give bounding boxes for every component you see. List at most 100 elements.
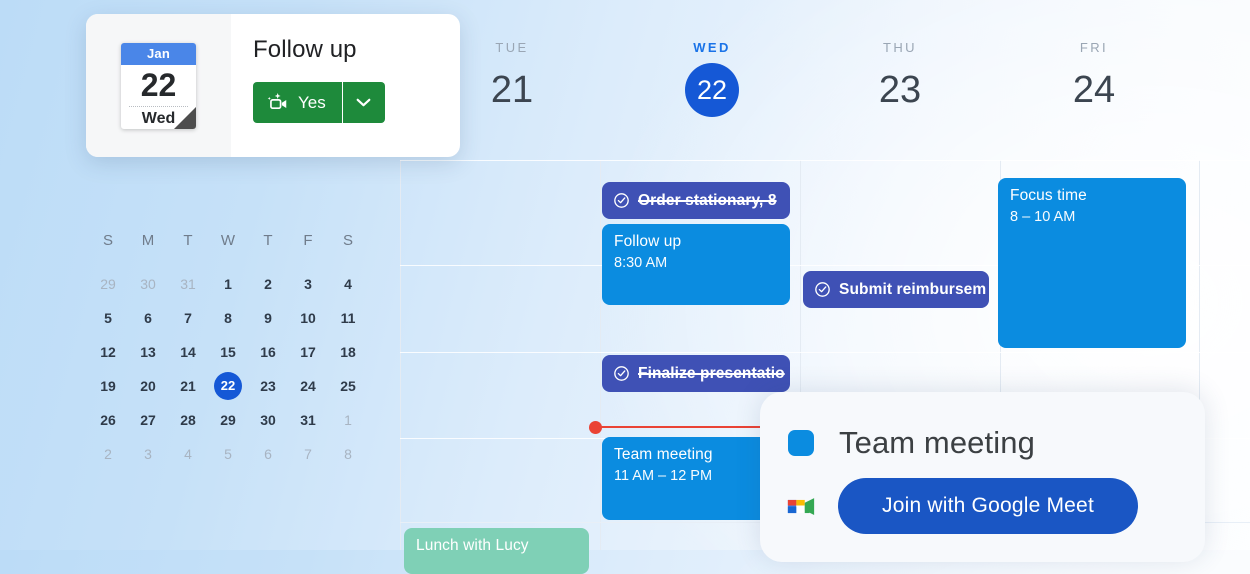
event-title: Finalize presentatio (638, 364, 785, 382)
mini-day-cell[interactable]: 30 (248, 403, 288, 437)
task-check-circle-icon (614, 366, 629, 381)
day-header-wed[interactable]: WED 22 (612, 40, 812, 117)
event-lunch-with-lucy[interactable]: Lunch with Lucy (404, 528, 589, 574)
mini-calendar-week-row: 2 3 4 5 6 7 8 (88, 437, 368, 471)
mini-day-cell[interactable]: 6 (128, 301, 168, 335)
notification-title: Follow up (253, 36, 357, 63)
mini-day-cell[interactable]: 5 (88, 301, 128, 335)
mini-day-cell[interactable]: 9 (248, 301, 288, 335)
event-title: Lunch with Lucy (416, 537, 529, 554)
grid-hour-divider (400, 160, 1250, 161)
mini-day-cell[interactable]: 17 (288, 335, 328, 369)
mini-weekday-header: T (263, 232, 273, 249)
mini-day-cell[interactable]: 8 (208, 301, 248, 335)
mini-day-cell[interactable]: 16 (248, 335, 288, 369)
mini-day-cell[interactable]: 14 (168, 335, 208, 369)
event-submit-reimbursement[interactable]: Submit reimbursem (803, 271, 989, 308)
team-meeting-popup[interactable]: Team meeting Join with Google Meet (760, 392, 1205, 562)
mini-day-cell[interactable]: 30 (128, 267, 168, 301)
mini-day-cell[interactable]: 13 (128, 335, 168, 369)
notification-date-panel: Jan 22 Wed (86, 14, 231, 157)
today-pill: 22 (685, 63, 739, 117)
rsvp-button-group: Yes (253, 82, 385, 123)
mini-calendar-header-row: S M T W T F S (88, 232, 368, 267)
mini-month-calendar: S M T W T F S 29 30 31 1 2 3 4 5 6 7 8 9… (88, 232, 368, 471)
mini-day-cell[interactable]: 15 (208, 335, 248, 369)
popup-title: Team meeting (839, 425, 1035, 460)
mini-weekday-header: S (342, 232, 353, 249)
mini-day-cell[interactable]: 2 (248, 267, 288, 301)
day-header-weekday: FRI (1079, 40, 1109, 55)
mini-day-cell[interactable]: 12 (88, 335, 128, 369)
mini-day-cell-selected[interactable]: 22 (208, 369, 248, 403)
mini-day-cell[interactable]: 4 (168, 437, 208, 471)
grid-column-divider (600, 160, 601, 550)
mini-calendar-week-row: 29 30 31 1 2 3 4 (88, 267, 368, 301)
event-title: Focus time (1010, 187, 1087, 204)
mini-calendar-week-row: 26 27 28 29 30 31 1 (88, 403, 368, 437)
event-follow-up[interactable]: Follow up 8:30 AM (602, 224, 790, 305)
mini-day-cell[interactable]: 31 (168, 267, 208, 301)
mini-calendar-week-row: 5 6 7 8 9 10 11 (88, 301, 368, 335)
calendar-date-icon: Jan 22 Wed (121, 42, 196, 129)
mini-day-cell[interactable]: 25 (328, 369, 368, 403)
event-finalize-presentation[interactable]: Finalize presentatio (602, 355, 790, 392)
event-color-chip (788, 430, 814, 456)
task-check-circle-icon (614, 193, 629, 208)
mini-day-cell[interactable]: 1 (328, 403, 368, 437)
mini-calendar-table: S M T W T F S 29 30 31 1 2 3 4 5 6 7 8 9… (88, 232, 368, 471)
mini-day-cell[interactable]: 21 (168, 369, 208, 403)
page-fold-icon (174, 106, 196, 129)
event-time: 8:30 AM (614, 255, 668, 271)
mini-day-cell[interactable]: 10 (288, 301, 328, 335)
popup-action-row: Join with Google Meet (760, 461, 1205, 534)
mini-calendar-week-row: 12 13 14 15 16 17 18 (88, 335, 368, 369)
event-time: 8 – 10 AM (1010, 209, 1076, 225)
mini-weekday-header: M (141, 232, 155, 249)
mini-day-cell[interactable]: 2 (88, 437, 128, 471)
google-meet-icon (787, 497, 815, 515)
mini-day-cell[interactable]: 6 (248, 437, 288, 471)
mini-day-cell[interactable]: 20 (128, 369, 168, 403)
notification-body: Follow up Yes (231, 14, 460, 157)
event-focus-time[interactable]: Focus time 8 – 10 AM (998, 178, 1186, 348)
mini-day-cell[interactable]: 19 (88, 369, 128, 403)
mini-day-cell[interactable]: 3 (128, 437, 168, 471)
mini-day-cell[interactable]: 27 (128, 403, 168, 437)
mini-weekday-header: F (303, 232, 313, 249)
mini-day-cell[interactable]: 28 (168, 403, 208, 437)
day-header-thu[interactable]: THU 23 (800, 40, 1000, 117)
mini-day-cell[interactable]: 23 (248, 369, 288, 403)
mini-day-cell[interactable]: 29 (88, 267, 128, 301)
grid-hour-divider (400, 352, 1250, 353)
mini-day-cell[interactable]: 3 (288, 267, 328, 301)
event-title: Follow up (614, 233, 682, 250)
day-header-weekday: THU (883, 40, 917, 55)
rsvp-yes-label: Yes (298, 92, 326, 112)
join-google-meet-button[interactable]: Join with Google Meet (838, 478, 1138, 534)
mini-day-cell[interactable]: 26 (88, 403, 128, 437)
mini-day-cell[interactable]: 7 (168, 301, 208, 335)
day-header-fri[interactable]: FRI 24 (994, 40, 1194, 117)
mini-day-cell[interactable]: 1 (208, 267, 248, 301)
mini-day-cell[interactable]: 31 (288, 403, 328, 437)
rsvp-yes-button[interactable]: Yes (253, 82, 342, 123)
grid-column-divider (400, 160, 401, 550)
task-check-circle-icon (815, 282, 830, 297)
mini-day-cell[interactable]: 8 (328, 437, 368, 471)
chevron-down-icon (356, 98, 371, 107)
mini-day-cell[interactable]: 5 (208, 437, 248, 471)
follow-up-notification-card[interactable]: Jan 22 Wed Follow up Yes (86, 14, 460, 157)
mini-day-cell[interactable]: 24 (288, 369, 328, 403)
mini-day-cell[interactable]: 4 (328, 267, 368, 301)
event-title: Order stationary, 8 (638, 191, 777, 209)
mini-day-cell[interactable]: 11 (328, 301, 368, 335)
event-title: Submit reimbursem (839, 280, 987, 298)
mini-day-cell[interactable]: 7 (288, 437, 328, 471)
event-order-stationary[interactable]: Order stationary, 8 (602, 182, 790, 219)
day-header-number: 22 (696, 74, 728, 105)
mini-day-cell[interactable]: 29 (208, 403, 248, 437)
day-header-number: 24 (1072, 69, 1116, 111)
rsvp-dropdown-button[interactable] (341, 82, 385, 123)
mini-day-cell[interactable]: 18 (328, 335, 368, 369)
